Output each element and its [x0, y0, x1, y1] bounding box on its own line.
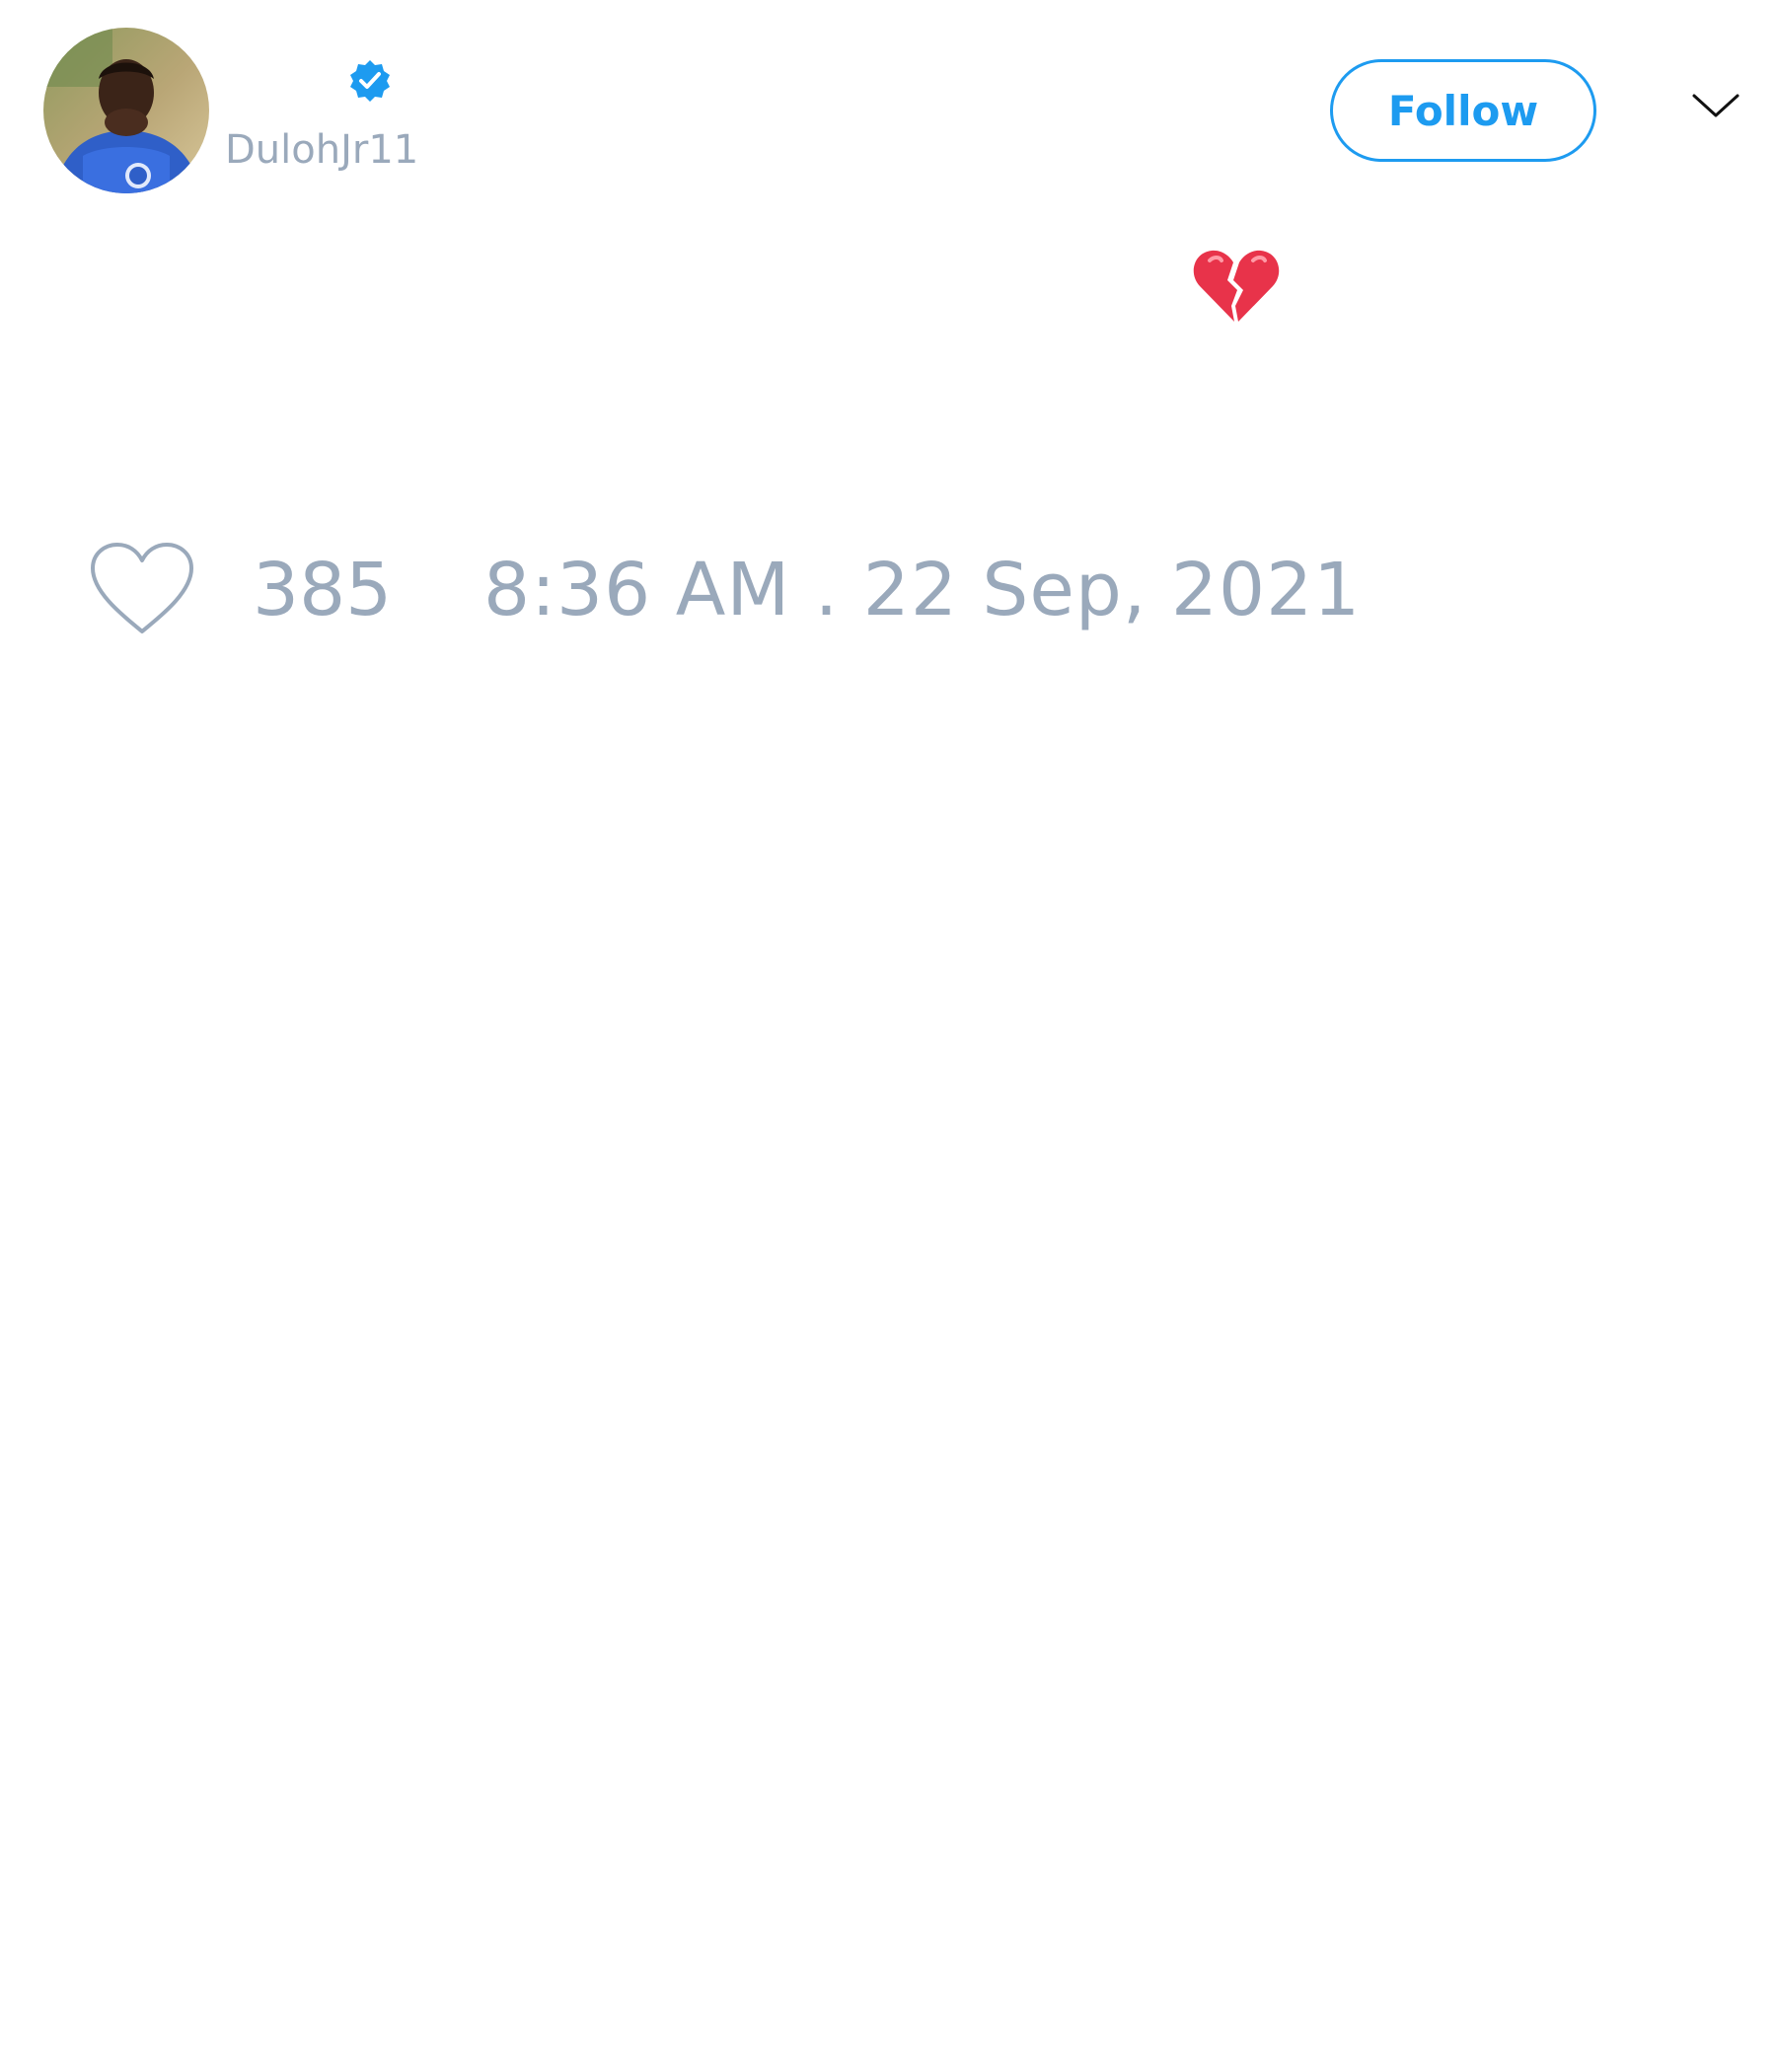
tweet-timestamp[interactable]: 8:36 AM . 22 Sep, 2021: [483, 549, 1361, 631]
like-heart-icon[interactable]: [89, 541, 195, 635]
broken-heart-icon: [1193, 250, 1280, 322]
avatar[interactable]: [43, 28, 209, 193]
verified-badge-icon: [347, 58, 393, 104]
follow-button[interactable]: Follow: [1330, 59, 1596, 162]
tweet-text: [1192, 247, 1281, 326]
like-count: 385: [253, 548, 393, 632]
chevron-down-icon[interactable]: [1691, 91, 1740, 120]
avatar-photo: [43, 28, 209, 193]
author-handle[interactable]: DulohJr11: [225, 126, 418, 174]
